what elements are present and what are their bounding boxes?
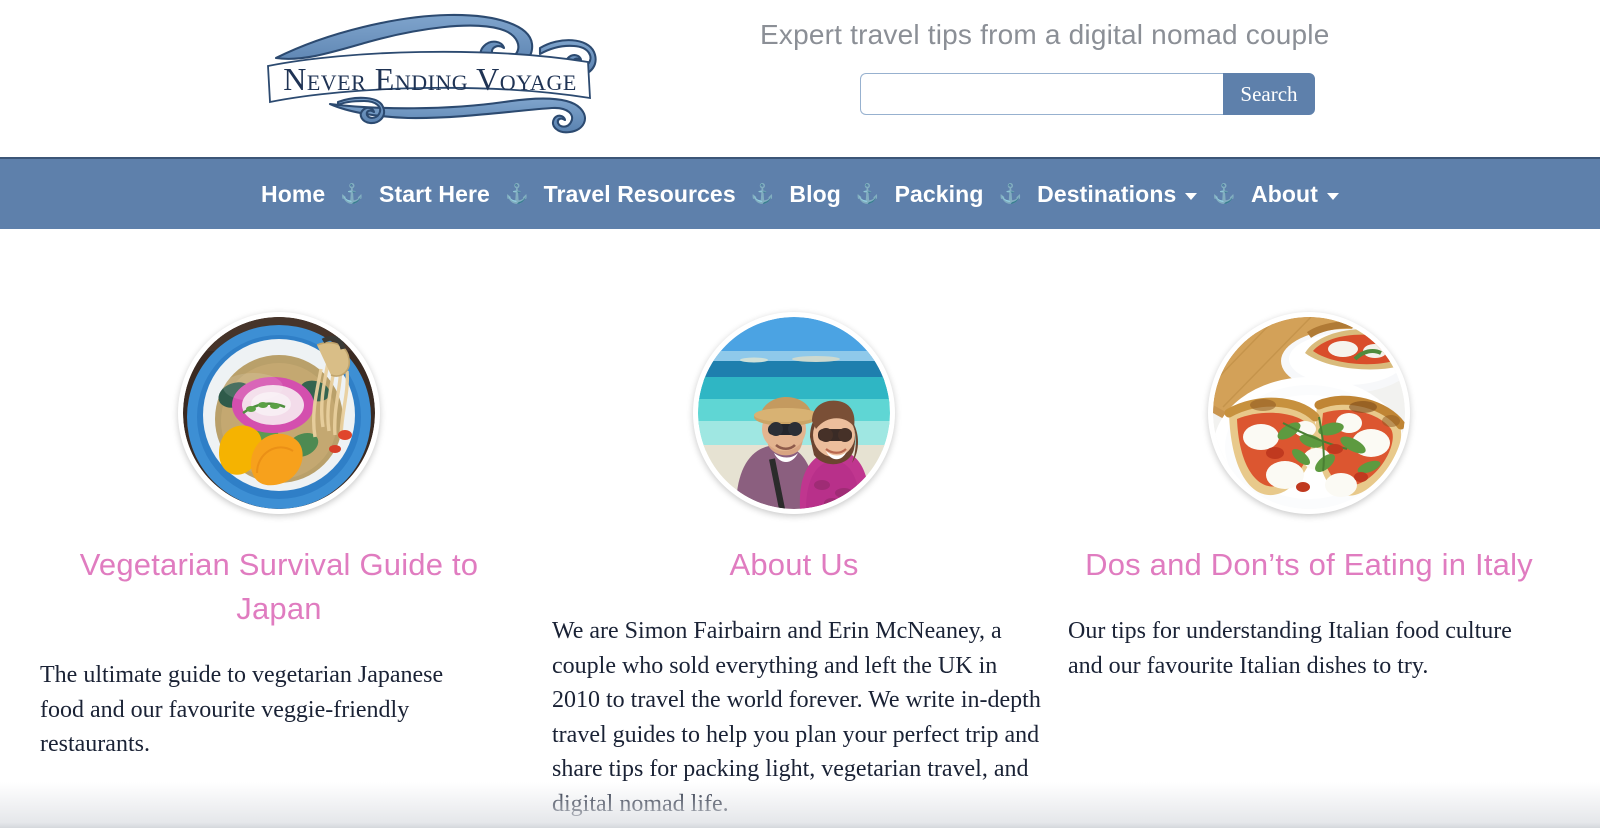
nav-item-label: Blog: [789, 180, 841, 207]
anchor-icon: ⚓: [750, 183, 775, 205]
nav-item-travel-resources[interactable]: Travel Resources: [544, 181, 736, 208]
nav-item-destinations[interactable]: Destinations: [1037, 180, 1198, 208]
card-title-link[interactable]: Vegetarian Survival Guide to Japan: [44, 543, 514, 631]
logo-wordmark: Never Ending Voyage: [283, 61, 577, 97]
feature-card: About Us We are Simon Fairbairn and Erin…: [534, 229, 1054, 821]
nav-item-label: Travel Resources: [543, 180, 736, 207]
chevron-down-icon[interactable]: [1326, 192, 1339, 200]
site-header: Never Ending Voyage Expert travel tips f…: [0, 0, 1600, 157]
nav-items-container: Home ⚓ Start Here ⚓ Travel Resources ⚓ B…: [261, 181, 1339, 208]
nav-item-packing[interactable]: Packing: [895, 181, 984, 208]
card-title-link[interactable]: About Us: [729, 543, 858, 587]
card-description: We are Simon Fairbairn and Erin McNeaney…: [552, 618, 1041, 817]
nav-item-label: Destinations: [1037, 180, 1177, 207]
site-tagline: Expert travel tips from a digital nomad …: [760, 19, 1330, 50]
nav-item-label: About: [1251, 180, 1318, 207]
couple-portrait-image: [698, 317, 890, 509]
anchor-icon: ⚓: [998, 183, 1023, 205]
ramen-bowl-image: [183, 317, 375, 509]
anchor-icon: ⚓: [1212, 183, 1237, 205]
card-title-link[interactable]: Dos and Don’ts of Eating in Italy: [1085, 543, 1533, 587]
feature-card: Dos and Don’ts of Eating in Italy Our ti…: [1054, 229, 1564, 821]
nav-item-label: Packing: [894, 180, 984, 207]
chevron-down-icon[interactable]: [1185, 192, 1198, 200]
nav-item-start-here[interactable]: Start Here: [379, 181, 490, 208]
feature-card: Vegetarian Survival Guide to Japan The u…: [24, 229, 534, 821]
anchor-icon: ⚓: [340, 183, 364, 205]
wave-swirl-logo-icon: Never Ending Voyage: [267, 13, 597, 134]
card-description: The ultimate guide to vegetarian Japanes…: [40, 662, 444, 758]
nav-item-label: Start Here: [379, 180, 490, 207]
search-button[interactable]: Search: [1223, 73, 1315, 115]
couple-on-beach-photo[interactable]: [693, 312, 895, 514]
nav-item-home[interactable]: Home: [261, 181, 325, 208]
nav-item-blog[interactable]: Blog: [789, 181, 841, 208]
main-content: Vegetarian Survival Guide to Japan The u…: [0, 229, 1600, 828]
nav-item-label: Home: [261, 180, 326, 207]
feature-cards-row: Vegetarian Survival Guide to Japan The u…: [0, 229, 1600, 821]
japanese-ramen-bowl-photo[interactable]: [178, 312, 380, 514]
header-right-column: Expert travel tips from a digital nomad …: [760, 0, 1330, 115]
pizza-image: [1213, 317, 1405, 509]
anchor-icon: ⚓: [504, 183, 529, 205]
nav-item-about[interactable]: About: [1251, 181, 1339, 208]
search-form: Search: [860, 73, 1315, 115]
card-description: Our tips for understanding Italian food …: [1068, 618, 1512, 679]
anchor-icon: ⚓: [855, 183, 880, 205]
italian-pizza-plate-photo[interactable]: [1208, 312, 1410, 514]
main-navigation: Home ⚓ Start Here ⚓ Travel Resources ⚓ B…: [0, 157, 1600, 229]
search-input[interactable]: [860, 73, 1223, 115]
site-logo[interactable]: Never Ending Voyage: [258, 6, 608, 141]
